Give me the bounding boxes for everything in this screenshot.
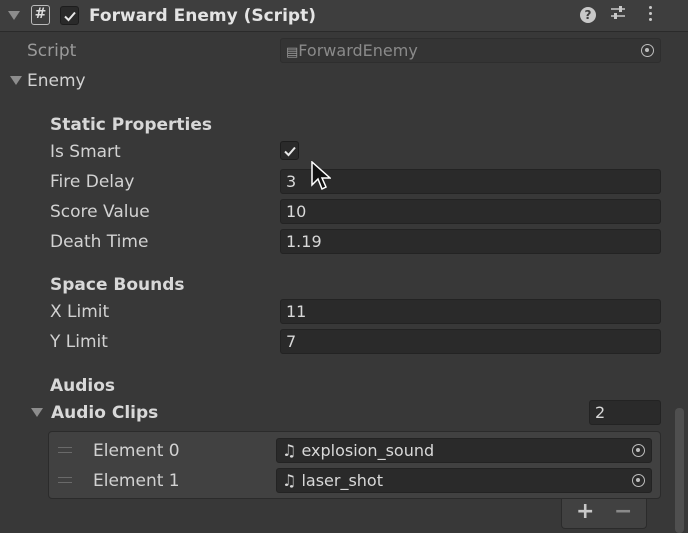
death-time-label: Death Time (50, 232, 149, 252)
enemy-foldout-label[interactable]: Enemy (27, 71, 86, 91)
object-picker-icon[interactable] (632, 474, 645, 487)
fire-delay-label: Fire Delay (50, 172, 135, 192)
list-footer: + − (561, 499, 647, 529)
component-enabled-checkbox[interactable] (60, 6, 79, 25)
script-hash-icon: # (31, 5, 50, 25)
element-0-field[interactable]: ♫ explosion_sound (276, 438, 652, 463)
y-limit-field[interactable]: 7 (280, 329, 661, 354)
audio-clips-foldout-arrow-icon[interactable] (31, 408, 43, 417)
death-time-field[interactable]: 1.19 (280, 229, 661, 254)
list-item-label: Element 1 (93, 471, 180, 491)
static-properties-header: Static Properties (50, 115, 212, 135)
component-header: # Forward Enemy (Script) ? (0, 0, 688, 32)
audio-clip-icon: ♫ (282, 441, 297, 460)
enemy-foldout-arrow-icon[interactable] (10, 76, 22, 85)
object-picker-icon[interactable] (641, 44, 654, 57)
element-1-value: laser_shot (301, 471, 383, 490)
x-limit-label: X Limit (50, 302, 110, 322)
score-value-field[interactable]: 10 (280, 199, 661, 224)
x-limit-field[interactable]: 11 (280, 299, 661, 324)
object-picker-icon[interactable] (632, 444, 645, 457)
more-options-icon[interactable] (649, 6, 653, 21)
component-foldout-arrow-icon[interactable] (8, 11, 20, 20)
audio-clips-label[interactable]: Audio Clips (51, 403, 158, 423)
checkmark-icon (284, 146, 296, 157)
y-limit-label: Y Limit (50, 332, 108, 352)
script-file-icon: ▤ (286, 45, 299, 60)
element-1-field[interactable]: ♫ laser_shot (276, 468, 652, 493)
audio-clips-size-field[interactable]: 2 (589, 400, 661, 425)
audio-clips-list: Element 0 ♫ explosion_sound Element 1 ♫ … (48, 431, 661, 499)
add-element-button[interactable]: + (576, 499, 594, 524)
is-smart-checkbox[interactable] (280, 141, 299, 160)
drag-handle-icon[interactable] (58, 447, 72, 453)
help-icon[interactable]: ? (580, 7, 596, 23)
audio-clip-icon: ♫ (282, 471, 297, 490)
checkmark-icon (64, 11, 76, 22)
element-0-value: explosion_sound (301, 441, 435, 460)
score-value-label: Score Value (50, 202, 150, 222)
audios-header: Audios (50, 376, 116, 396)
mouse-cursor-icon (311, 160, 332, 196)
is-smart-label: Is Smart (50, 142, 121, 162)
drag-handle-icon[interactable] (58, 477, 72, 483)
space-bounds-header: Space Bounds (50, 275, 185, 295)
script-field[interactable]: ▤ForwardEnemy (280, 38, 661, 63)
fire-delay-field[interactable]: 3 (280, 169, 661, 194)
remove-element-button[interactable]: − (614, 499, 632, 524)
script-label: Script (27, 41, 77, 61)
script-field-value: ForwardEnemy (298, 41, 418, 60)
component-title: Forward Enemy (Script) (89, 6, 316, 26)
list-item-label: Element 0 (93, 441, 180, 461)
presets-settings-icon[interactable] (610, 4, 626, 27)
inspector-scrollbar[interactable] (675, 408, 684, 533)
